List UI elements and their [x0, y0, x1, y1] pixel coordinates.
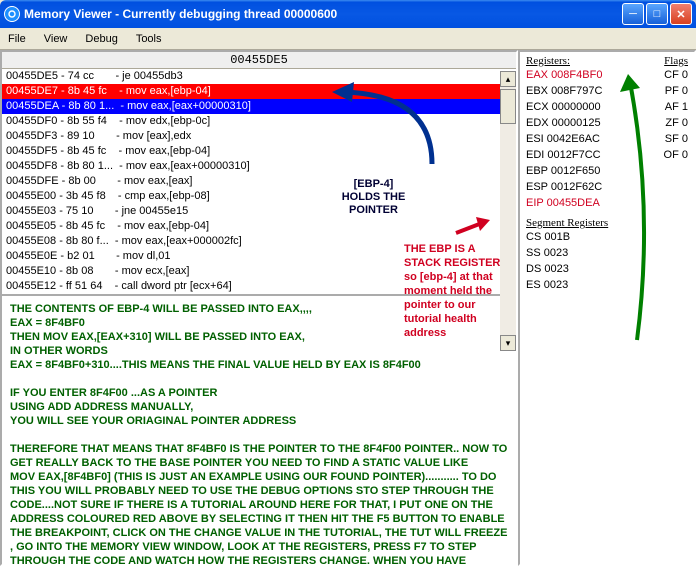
segment-row: ES 0023 [526, 277, 688, 293]
segment-row: SS 0023 [526, 245, 688, 261]
registers-panel: Registers: Flags EAX 008F4BF0CF 0EBX 008… [518, 50, 696, 566]
flags-header: Flags [664, 55, 688, 67]
menubar: File View Debug Tools [0, 28, 696, 50]
annotation-ebp-note: THE EBP IS A STACK REGISTER so [ebp-4] a… [404, 242, 504, 340]
disasm-row[interactable]: 00455DEA - 8b 80 1... - mov eax,[eax+000… [2, 99, 516, 114]
disasm-row[interactable]: 00455DF8 - 8b 80 1... - mov eax,[eax+000… [2, 159, 516, 174]
scroll-up-button[interactable]: ▴ [500, 71, 516, 87]
menu-file[interactable]: File [8, 33, 26, 45]
register-row: ESI 0042E6ACSF 0 [526, 131, 688, 147]
segment-list: CS 001BSS 0023DS 0023ES 0023 [526, 229, 688, 293]
register-row: EIP 00455DEA [526, 195, 688, 211]
register-row: EDX 00000125ZF 0 [526, 115, 688, 131]
disasm-row[interactable]: 00455DF3 - 89 10 - mov [eax],edx [2, 129, 516, 144]
maximize-button[interactable]: □ [646, 3, 668, 25]
disasm-row[interactable]: 00455DE7 - 8b 45 fc - mov eax,[ebp-04] [2, 84, 516, 99]
register-row: ECX 00000000AF 1 [526, 99, 688, 115]
minimize-button[interactable]: ─ [622, 3, 644, 25]
disasm-row[interactable]: 00455E05 - 8b 45 fc - mov eax,[ebp-04] [2, 219, 516, 234]
menu-tools[interactable]: Tools [136, 33, 162, 45]
registers-list: EAX 008F4BF0CF 0EBX 008F797CPF 0ECX 0000… [526, 67, 688, 211]
menu-debug[interactable]: Debug [85, 33, 117, 45]
address-header: 00455DE5 [2, 52, 516, 69]
titlebar: Memory Viewer - Currently debugging thre… [0, 0, 696, 28]
disasm-row[interactable]: 00455DF5 - 8b 45 fc - mov eax,[ebp-04] [2, 144, 516, 159]
disasm-row[interactable]: 00455E00 - 3b 45 f8 - cmp eax,[ebp-08] [2, 189, 516, 204]
register-row: ESP 0012F62C [526, 179, 688, 195]
disasm-row[interactable]: 00455DFE - 8b 00 - mov eax,[eax] [2, 174, 516, 189]
register-row: EBP 0012F650 [526, 163, 688, 179]
app-icon [4, 6, 20, 22]
disasm-row[interactable]: 00455DF0 - 8b 55 f4 - mov edx,[ebp-0c] [2, 114, 516, 129]
segment-row: CS 001B [526, 229, 688, 245]
menu-view[interactable]: View [44, 33, 68, 45]
segment-header: Segment Registers [526, 217, 688, 229]
scroll-thumb[interactable] [500, 89, 516, 124]
annotation-pointer-note: [EBP-4] HOLDS THE POINTER [335, 176, 412, 224]
register-row: EBX 008F797CPF 0 [526, 83, 688, 99]
registers-header: Registers: [526, 55, 570, 67]
register-row: EAX 008F4BF0CF 0 [526, 67, 688, 83]
window-title: Memory Viewer - Currently debugging thre… [24, 7, 622, 21]
disassembly-panel: 00455DE5 00455DE5 - 74 cc - je 00455db30… [0, 50, 518, 566]
disasm-row[interactable]: 00455E03 - 75 10 - jne 00455e15 [2, 204, 516, 219]
segment-row: DS 0023 [526, 261, 688, 277]
close-button[interactable]: ✕ [670, 3, 692, 25]
disasm-row[interactable]: 00455DE5 - 74 cc - je 00455db3 [2, 69, 516, 84]
register-row: EDI 0012F7CCOF 0 [526, 147, 688, 163]
